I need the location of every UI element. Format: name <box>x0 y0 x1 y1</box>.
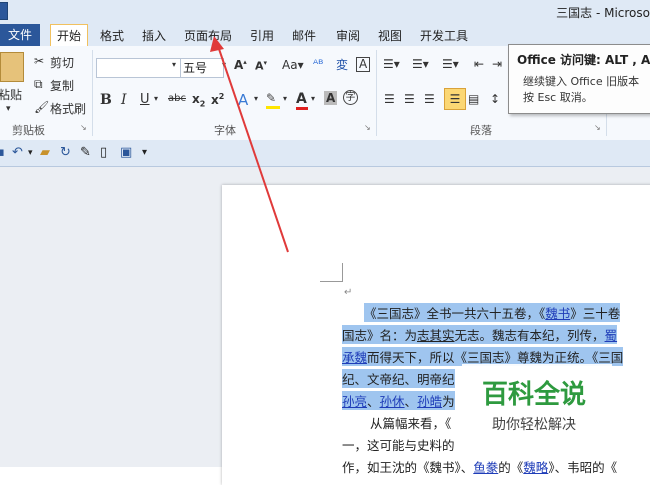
watermark-subtitle: 助你轻松解决 <box>492 417 576 433</box>
watermark-title: 百科全说 <box>482 380 587 410</box>
watermark: 百科全说 助你轻松解决 <box>462 364 612 444</box>
arrow-head <box>210 36 224 52</box>
arrow-line <box>217 45 289 253</box>
